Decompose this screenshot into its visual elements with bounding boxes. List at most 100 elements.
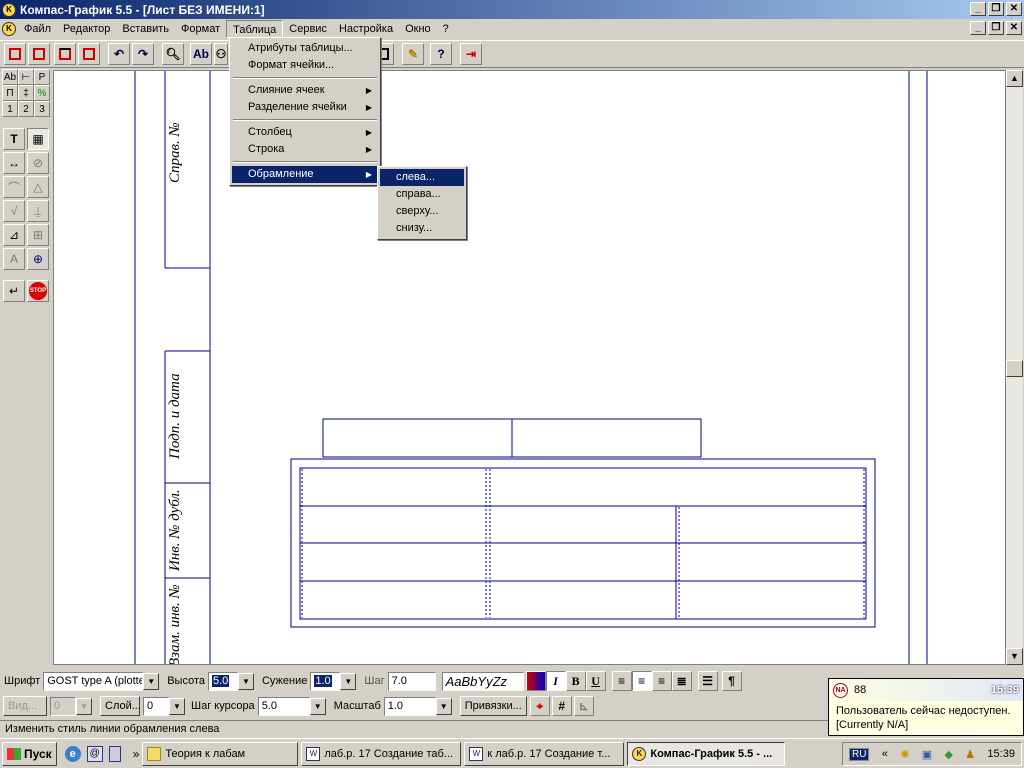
narrow-input[interactable]: 1.0: [310, 671, 341, 691]
label-tool-icon[interactable]: A: [3, 248, 25, 270]
narrow-dropdown-icon[interactable]: ▼: [340, 672, 357, 690]
layer-dropdown-icon[interactable]: ▼: [169, 697, 185, 715]
stop-icon[interactable]: STOP: [27, 280, 49, 302]
kompas-logo-icon[interactable]: K: [2, 2, 16, 17]
cursor-step-dropdown-icon[interactable]: ▼: [309, 697, 326, 715]
panel-3-button[interactable]: 3: [34, 101, 50, 117]
vertical-scrollbar[interactable]: ▲ ▼: [1006, 70, 1023, 665]
enter-icon[interactable]: ↵: [3, 280, 25, 302]
menu-format[interactable]: Формат: [175, 20, 226, 38]
panel-percent-button[interactable]: %: [34, 85, 50, 101]
frame-icon[interactable]: [4, 43, 26, 65]
frame-icon[interactable]: [54, 43, 76, 65]
menu-item-split-cell[interactable]: Разделение ячейки ▶: [232, 99, 378, 116]
align-left-icon[interactable]: ≡: [611, 671, 632, 691]
language-indicator[interactable]: RU: [849, 747, 870, 761]
height-dropdown-icon[interactable]: ▼: [237, 672, 254, 690]
text-icon[interactable]: Ab: [190, 43, 212, 65]
layer-input[interactable]: 0: [143, 696, 169, 716]
text-tool-icon[interactable]: T: [3, 128, 25, 150]
ortho-icon[interactable]: ⊾: [573, 696, 594, 716]
menu-item-cell-format[interactable]: Формат ячейки...: [232, 57, 378, 74]
italic-button[interactable]: I: [545, 671, 566, 691]
menu-insert[interactable]: Вставить: [116, 20, 175, 38]
help-icon[interactable]: ?: [430, 43, 452, 65]
task-word-doc-2[interactable]: Wк лаб.р. 17 Создание т...: [464, 741, 625, 766]
crosshair-icon[interactable]: ⊕: [27, 248, 49, 270]
panel-1-button[interactable]: 1: [2, 101, 18, 117]
pen-icon[interactable]: ✎: [402, 43, 424, 65]
doc-minimize-button[interactable]: _: [970, 21, 986, 35]
view-input[interactable]: 0: [50, 696, 76, 716]
exit-icon[interactable]: ⇥: [460, 43, 482, 65]
cursor-step-input[interactable]: 5.0: [257, 696, 310, 716]
minimize-button[interactable]: _: [970, 2, 986, 16]
grid-icon[interactable]: #: [551, 696, 572, 716]
menu-item-table-attributes[interactable]: Атрибуты таблицы...: [232, 40, 378, 57]
doc-close-button[interactable]: ✕: [1006, 21, 1022, 35]
submenu-item-bottom[interactable]: снизу...: [380, 220, 464, 237]
view-button[interactable]: Вид...: [3, 696, 47, 716]
panel-2-button[interactable]: 2: [18, 101, 34, 117]
menu-item-border[interactable]: Обрамление ▶: [232, 166, 378, 183]
scroll-up-button[interactable]: ▲: [1006, 70, 1023, 87]
dimension-mode-button[interactable]: ⊢: [18, 69, 34, 85]
quicklaunch-chevron[interactable]: »: [133, 747, 140, 761]
close-button[interactable]: ✕: [1006, 2, 1022, 16]
text-mode-button[interactable]: Ab: [2, 69, 18, 85]
height-input[interactable]: 5.0: [207, 671, 238, 691]
submenu-item-right[interactable]: справа...: [380, 186, 464, 203]
messenger-icon[interactable]: ♟: [965, 748, 975, 761]
search-icon[interactable]: 🔍︎: [162, 43, 184, 65]
task-word-doc-1[interactable]: Wлаб.р. 17 Создание таб...: [301, 741, 462, 766]
submenu-item-left[interactable]: слева...: [380, 169, 464, 186]
menu-item-row[interactable]: Строка ▶: [232, 141, 378, 158]
bold-button[interactable]: B: [565, 671, 586, 691]
tolerance-tool-icon[interactable]: ⊞: [27, 224, 49, 246]
undo-icon[interactable]: ↶: [108, 43, 130, 65]
underline-button[interactable]: U: [585, 671, 606, 691]
scale-dropdown-icon[interactable]: ▼: [435, 697, 452, 715]
frame-icon[interactable]: [28, 43, 50, 65]
frame-icon[interactable]: [78, 43, 100, 65]
base-tool-icon[interactable]: ⍊: [27, 200, 49, 222]
snaps-button[interactable]: Привязки...: [459, 696, 527, 716]
task-kompas[interactable]: K Компас-График 5.5 - ...: [627, 741, 786, 766]
align-center-icon[interactable]: ≡: [631, 671, 652, 691]
table-tool-icon[interactable]: ▦: [27, 128, 49, 150]
color-button[interactable]: [525, 671, 546, 691]
snap-crosshair-icon[interactable]: ⌖: [529, 696, 550, 716]
align-right-icon[interactable]: ≡: [651, 671, 672, 691]
show-desktop-icon[interactable]: [108, 745, 121, 762]
sun-icon[interactable]: ✺: [900, 748, 909, 761]
panel-dagger-button[interactable]: ‡: [18, 85, 34, 101]
menu-editor[interactable]: Редактор: [57, 20, 116, 38]
notification-balloon[interactable]: NA 88 15:39 Пользователь сейчас недоступ…: [828, 678, 1024, 736]
scroll-down-button[interactable]: ▼: [1006, 648, 1023, 665]
scale-input[interactable]: 1.0: [383, 696, 436, 716]
doc-restore-button[interactable]: ❐: [988, 21, 1004, 35]
font-dropdown-icon[interactable]: ▼: [143, 672, 160, 690]
link-icon[interactable]: ⚇: [214, 43, 228, 65]
angle-tool-icon[interactable]: △: [27, 176, 49, 198]
panel-p-button[interactable]: П: [2, 85, 18, 101]
redo-icon[interactable]: ↷: [132, 43, 154, 65]
menu-table[interactable]: Таблица: [226, 19, 284, 38]
menu-item-column[interactable]: Столбец ▶: [232, 124, 378, 141]
menu-settings[interactable]: Настройка: [333, 20, 399, 38]
dimension-tool-icon[interactable]: ↔: [3, 152, 25, 174]
check-tool-icon[interactable]: √: [3, 200, 25, 222]
list-icon[interactable]: ☰: [697, 671, 718, 691]
antivirus-icon[interactable]: ◆: [944, 748, 952, 761]
font-select[interactable]: GOST type A (plotter): [43, 671, 144, 691]
submenu-item-top[interactable]: сверху...: [380, 203, 464, 220]
step-input[interactable]: 7.0: [387, 671, 436, 691]
align-justify-icon[interactable]: ≣: [671, 671, 692, 691]
start-button[interactable]: Пуск: [2, 741, 57, 766]
menu-item-merge-cells[interactable]: Слияние ячеек ▶: [232, 82, 378, 99]
leader-tool-icon[interactable]: ⊿: [3, 224, 25, 246]
tray-chevron[interactable]: «: [882, 748, 888, 760]
arc-tool-icon[interactable]: ⌒: [3, 176, 25, 198]
menu-file[interactable]: Файл: [18, 20, 57, 38]
network-icon[interactable]: ▣: [922, 748, 932, 761]
